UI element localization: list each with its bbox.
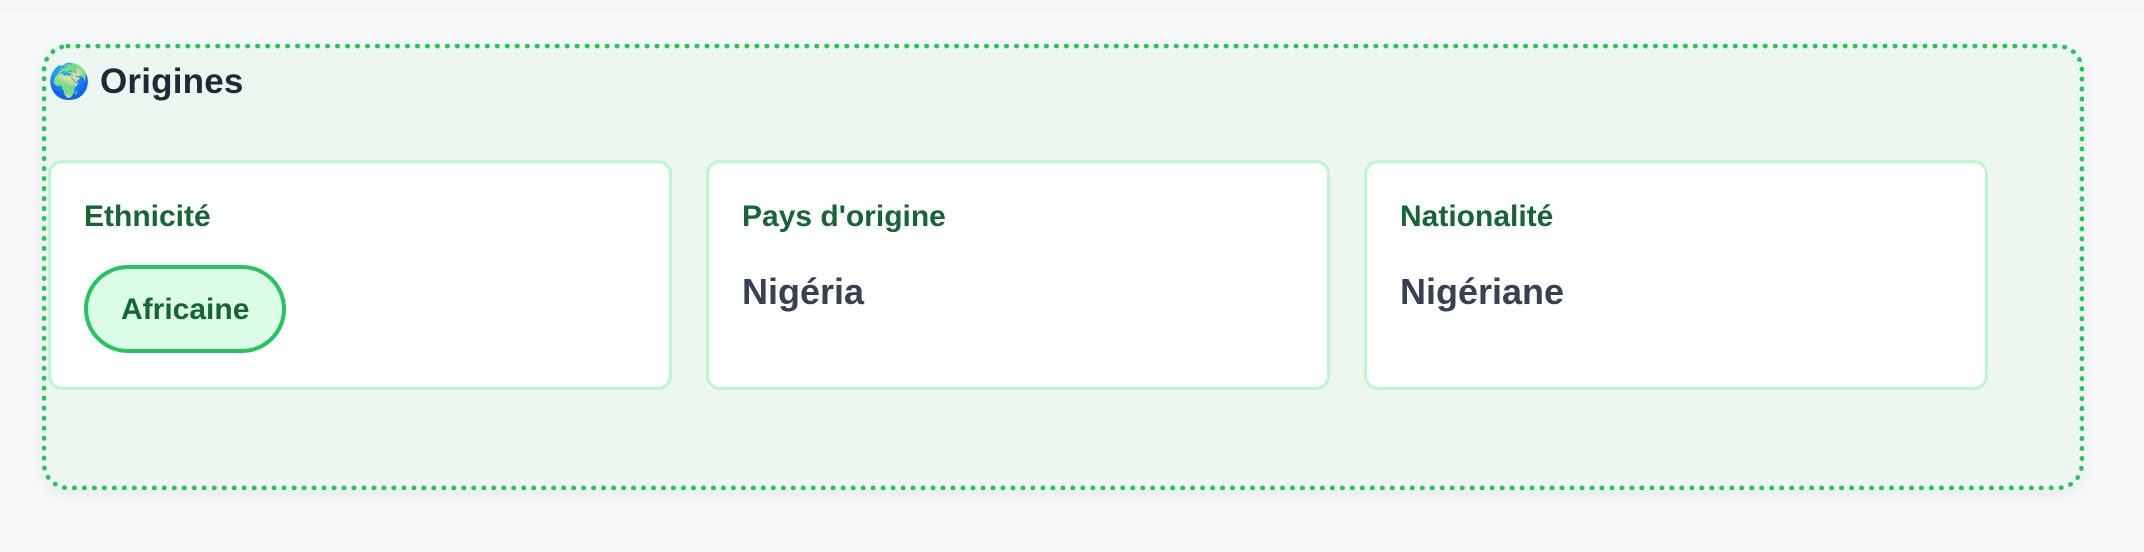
globe-africa-icon: 🌍: [48, 63, 91, 101]
card-value-nationality: Nigériane: [1400, 271, 1565, 312]
card-country-of-origin: Pays d'origine Nigéria: [706, 160, 1330, 390]
card-nationality: Nationalité Nigériane: [1364, 160, 1988, 390]
card-label-ethnicity: Ethnicité: [84, 200, 211, 233]
card-value-country: Nigéria: [742, 271, 865, 312]
ethnicity-badge: Africaine: [84, 265, 287, 353]
top-strip: [0, 0, 2144, 8]
section-header: 🌍 Origines: [48, 62, 244, 102]
card-label-country: Pays d'origine: [742, 200, 946, 233]
section-title: Origines: [100, 62, 244, 101]
card-ethnicity: Ethnicité Africaine: [48, 160, 672, 390]
origins-cards: Ethnicité Africaine Pays d'origine Nigér…: [48, 160, 1988, 390]
card-label-nationality: Nationalité: [1400, 200, 1554, 233]
